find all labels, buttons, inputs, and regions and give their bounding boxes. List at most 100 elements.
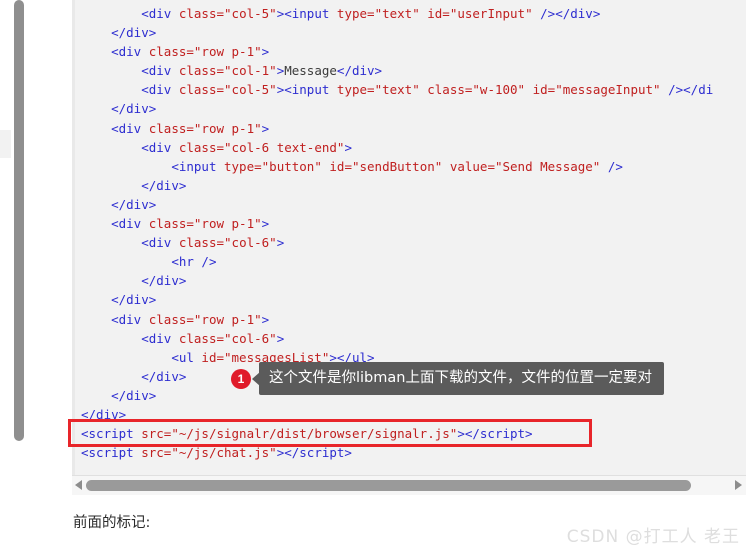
code-token: > xyxy=(261,216,270,232)
code-token: class= xyxy=(178,63,225,79)
code-token: </div> xyxy=(111,387,157,403)
code-token: "sendButton" xyxy=(351,158,443,174)
code-token: "userInput" xyxy=(449,6,533,21)
code-token: "col-1" xyxy=(224,63,277,79)
code-token: "w-100" xyxy=(472,82,526,98)
code-token: class= xyxy=(148,311,194,327)
code-token: <div xyxy=(141,6,179,21)
code-token: value= xyxy=(449,158,495,174)
code-token: /> xyxy=(660,82,684,98)
code-token: "col-6" xyxy=(224,235,277,251)
page-vertical-scrollbar-thumb[interactable] xyxy=(14,0,24,441)
code-token: type= xyxy=(336,6,375,21)
scroll-right-arrow-icon[interactable] xyxy=(735,480,742,490)
code-token: <script xyxy=(81,426,142,442)
code-token: </div> xyxy=(555,6,601,21)
code-token: /> xyxy=(532,6,556,21)
code-token: <div xyxy=(141,82,179,98)
code-token: Message xyxy=(284,63,337,79)
code-line: </div> xyxy=(81,405,746,424)
code-token: > xyxy=(276,330,285,346)
code-token: "~/js/chat.js" xyxy=(171,445,277,461)
code-line: </div> xyxy=(81,290,746,309)
code-token: > xyxy=(261,44,270,60)
code-token: </div> xyxy=(336,63,383,79)
code-token: "~/js/signalr/dist/browser/signalr.js" xyxy=(171,426,458,442)
code-token: > xyxy=(261,120,270,136)
code-token: "Send Message" xyxy=(494,158,601,174)
code-line: <div class="col-5"><input type="text" cl… xyxy=(81,80,746,99)
code-token: </di xyxy=(683,82,714,98)
code-token: "row p-1" xyxy=(193,44,262,60)
code-token: <ul xyxy=(171,349,202,365)
code-token: <hr /> xyxy=(171,254,217,270)
code-token: class= xyxy=(148,120,194,136)
code-token: <div xyxy=(111,311,149,327)
code-token: class= xyxy=(427,82,473,98)
scroll-left-arrow-icon[interactable] xyxy=(75,480,82,490)
code-token: </script> xyxy=(284,445,352,461)
code-token: id= xyxy=(201,349,224,365)
code-line: <div class="row p-1"> xyxy=(81,42,746,61)
code-token: id= xyxy=(532,82,556,98)
code-token: <div xyxy=(141,235,179,251)
code-token: <div xyxy=(141,63,179,79)
code-token: "text" xyxy=(374,82,420,98)
code-token: "row p-1" xyxy=(193,120,262,136)
code-token: "col-5" xyxy=(224,6,277,21)
callout-message: 这个文件是你libman上面下载的文件，文件的位置一定要对 xyxy=(259,361,664,396)
code-token: </div> xyxy=(111,196,157,212)
code-token: <input xyxy=(171,158,224,174)
code-token: class= xyxy=(178,139,225,155)
code-token: </div> xyxy=(81,406,127,422)
code-token: </div> xyxy=(111,25,157,41)
code-token: class= xyxy=(178,82,225,98)
code-token: "row p-1" xyxy=(193,311,262,327)
code-token: "button" xyxy=(261,158,322,174)
code-token: "messageInput" xyxy=(555,82,661,98)
code-line: <script src="~/js/signalr/dist/browser/s… xyxy=(81,424,746,443)
code-token: > xyxy=(457,426,465,442)
left-edge-panel-tab[interactable] xyxy=(0,130,11,158)
code-line: </div> xyxy=(81,176,746,195)
code-line: <input type="button" id="sendButton" val… xyxy=(81,157,746,176)
code-horizontal-scrollbar[interactable] xyxy=(72,475,746,495)
code-line: <div class="row p-1"> xyxy=(81,214,746,233)
code-token: id= xyxy=(427,6,450,21)
code-token: <div xyxy=(141,330,179,346)
code-token: "text" xyxy=(374,6,420,21)
code-token: class= xyxy=(178,6,225,21)
code-token: <div xyxy=(141,139,179,155)
code-token: "col-6" xyxy=(224,330,277,346)
code-token: </script> xyxy=(464,426,533,442)
code-token: </div> xyxy=(141,368,187,384)
code-token: src= xyxy=(141,445,172,461)
code-token: </div> xyxy=(111,292,157,308)
code-line: </div> xyxy=(81,271,746,290)
code-token: <input xyxy=(284,82,337,98)
callout-badge: 1 xyxy=(231,368,251,389)
code-token: type= xyxy=(224,158,262,174)
code-line: <div class="col-6"> xyxy=(81,329,746,348)
code-horizontal-scrollbar-thumb[interactable] xyxy=(86,480,691,491)
code-line: </div> xyxy=(81,99,746,118)
